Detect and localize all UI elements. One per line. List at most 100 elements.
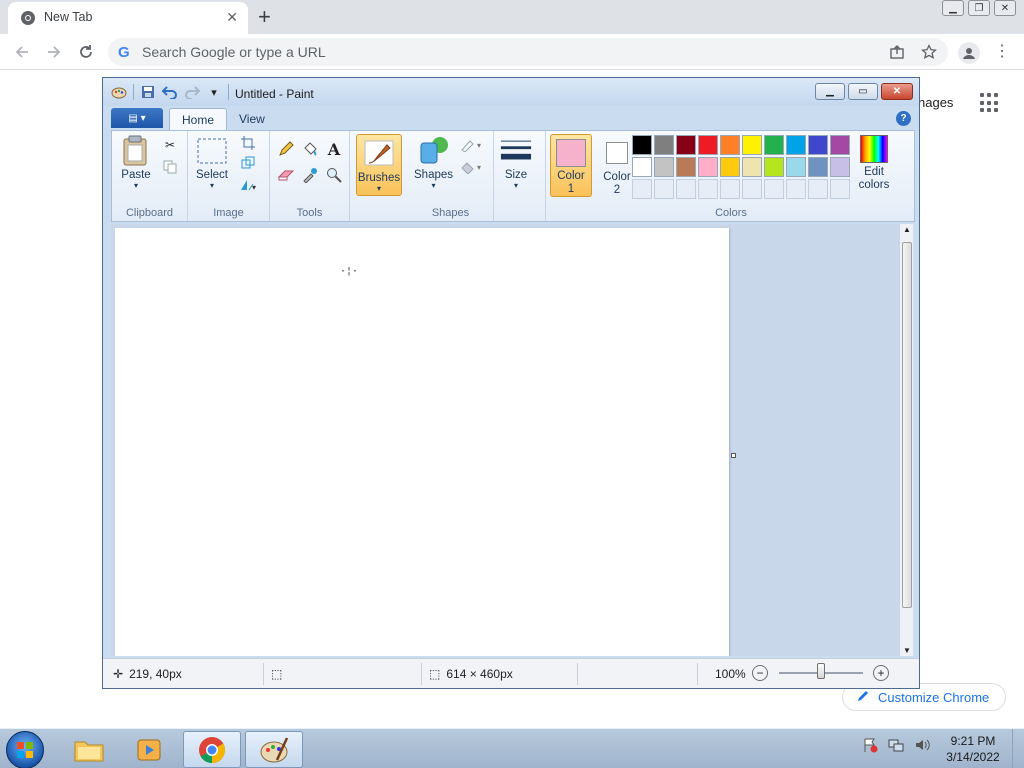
palette-swatch[interactable] xyxy=(830,157,850,177)
palette-swatch[interactable] xyxy=(808,135,828,155)
redo-icon[interactable] xyxy=(184,84,200,100)
paint-close-button[interactable]: ✕ xyxy=(881,83,913,100)
crop-icon[interactable] xyxy=(238,133,258,153)
color-picker-icon[interactable] xyxy=(300,165,320,185)
rotate-icon[interactable]: ▾ xyxy=(238,175,258,195)
taskbar-clock[interactable]: 9:21 PM 3/14/2022 xyxy=(940,733,1006,765)
save-icon[interactable] xyxy=(140,84,156,100)
tab-home[interactable]: Home xyxy=(169,108,228,130)
shapes-dropdown-icon[interactable]: ▾ xyxy=(432,181,436,190)
pencil-tool-icon[interactable] xyxy=(276,139,296,159)
canvas-resize-handle[interactable] xyxy=(731,453,736,458)
palette-custom-slot[interactable] xyxy=(720,179,740,199)
palette-swatch[interactable] xyxy=(654,157,674,177)
palette-custom-slot[interactable] xyxy=(830,179,850,199)
shapes-button[interactable]: Shapes ▾ xyxy=(414,135,453,190)
color1-button[interactable]: Color 1 xyxy=(550,134,592,197)
palette-swatch[interactable] xyxy=(698,135,718,155)
palette-swatch[interactable] xyxy=(654,135,674,155)
chrome-taskbar-icon[interactable] xyxy=(183,731,241,768)
palette-swatch[interactable] xyxy=(764,135,784,155)
palette-custom-slot[interactable] xyxy=(786,179,806,199)
palette-custom-slot[interactable] xyxy=(654,179,674,199)
volume-icon[interactable] xyxy=(914,737,930,753)
drawing-canvas[interactable]: ·¦· xyxy=(115,228,729,656)
google-apps-icon[interactable] xyxy=(980,93,1000,113)
scroll-up-icon[interactable]: ▲ xyxy=(903,225,911,234)
new-tab-button[interactable]: + xyxy=(258,4,271,30)
action-center-flag-icon[interactable] xyxy=(862,737,878,753)
select-button[interactable]: Select ▾ xyxy=(196,135,228,190)
paint-file-menu-button[interactable]: ▤ ▾ xyxy=(111,108,163,128)
palette-swatch[interactable] xyxy=(808,157,828,177)
palette-swatch[interactable] xyxy=(632,157,652,177)
fill-icon[interactable]: ▾ xyxy=(458,157,486,177)
palette-custom-slot[interactable] xyxy=(742,179,762,199)
restore-button[interactable]: ❐ xyxy=(968,0,990,16)
zoom-slider-thumb[interactable] xyxy=(817,663,825,679)
palette-swatch[interactable] xyxy=(698,157,718,177)
tab-new-tab[interactable]: New Tab ✕ xyxy=(8,2,248,34)
palette-custom-slot[interactable] xyxy=(632,179,652,199)
fill-bucket-icon[interactable] xyxy=(300,139,320,159)
palette-swatch[interactable] xyxy=(676,135,696,155)
undo-icon[interactable] xyxy=(162,84,178,100)
minimize-button[interactable]: ▁ xyxy=(942,0,964,16)
select-dropdown-icon[interactable]: ▾ xyxy=(210,181,214,190)
text-tool-icon[interactable]: A xyxy=(324,139,344,159)
paint-maximize-button[interactable]: ▭ xyxy=(848,83,878,100)
omnibox-input[interactable]: Search Google or type a URL xyxy=(142,44,326,60)
media-player-taskbar-icon[interactable] xyxy=(120,731,178,768)
scroll-down-icon[interactable]: ▼ xyxy=(903,646,911,655)
network-icon[interactable] xyxy=(888,737,904,753)
magnifier-icon[interactable] xyxy=(324,165,344,185)
vertical-scrollbar[interactable]: ▲ ▼ xyxy=(899,224,913,656)
outline-icon[interactable]: ▾ xyxy=(458,135,486,155)
chrome-menu-icon[interactable]: ⋮ xyxy=(994,42,1010,62)
palette-swatch[interactable] xyxy=(786,157,806,177)
eraser-icon[interactable] xyxy=(276,165,296,185)
palette-swatch[interactable] xyxy=(632,135,652,155)
ntp-images-link[interactable]: nages xyxy=(918,95,953,110)
help-icon[interactable]: ? xyxy=(896,111,911,126)
paste-button[interactable]: Paste ▾ xyxy=(120,135,152,190)
paint-minimize-button[interactable]: ▁ xyxy=(815,83,845,100)
tab-close-icon[interactable]: ✕ xyxy=(226,9,238,26)
palette-swatch[interactable] xyxy=(720,157,740,177)
file-explorer-taskbar-icon[interactable] xyxy=(60,731,118,768)
share-icon[interactable] xyxy=(888,43,906,61)
zoom-out-icon[interactable]: − xyxy=(752,665,768,681)
profile-avatar-icon[interactable] xyxy=(958,42,980,64)
tab-view[interactable]: View xyxy=(227,108,277,130)
palette-swatch[interactable] xyxy=(720,135,740,155)
forward-arrow-icon[interactable] xyxy=(42,40,66,64)
palette-custom-slot[interactable] xyxy=(676,179,696,199)
palette-swatch[interactable] xyxy=(676,157,696,177)
palette-swatch[interactable] xyxy=(764,157,784,177)
palette-swatch[interactable] xyxy=(742,157,762,177)
palette-custom-slot[interactable] xyxy=(698,179,718,199)
edit-colors-button[interactable]: Edit colors xyxy=(854,135,894,192)
palette-custom-slot[interactable] xyxy=(808,179,828,199)
palette-swatch[interactable] xyxy=(786,135,806,155)
copy-icon[interactable] xyxy=(160,157,180,177)
show-desktop-button[interactable] xyxy=(1012,729,1024,768)
paste-dropdown-icon[interactable]: ▾ xyxy=(134,181,138,190)
bookmark-star-icon[interactable] xyxy=(920,43,938,61)
palette-swatch[interactable] xyxy=(742,135,762,155)
scrollbar-thumb[interactable] xyxy=(902,242,912,608)
omnibox[interactable]: G Search Google or type a URL xyxy=(108,38,948,66)
brushes-button[interactable]: Brushes ▾ xyxy=(356,134,402,196)
size-button[interactable]: Size ▾ xyxy=(500,135,532,190)
zoom-in-icon[interactable]: + xyxy=(873,665,889,681)
start-button[interactable] xyxy=(6,731,44,768)
close-button[interactable]: ✕ xyxy=(994,0,1016,16)
palette-swatch[interactable] xyxy=(830,135,850,155)
paint-taskbar-icon[interactable] xyxy=(245,731,303,768)
palette-custom-slot[interactable] xyxy=(764,179,784,199)
cut-icon[interactable]: ✂ xyxy=(160,135,180,155)
reload-icon[interactable] xyxy=(74,40,98,64)
resize-icon[interactable] xyxy=(238,153,258,173)
customize-qat-icon[interactable]: ▾ xyxy=(206,84,222,100)
back-arrow-icon[interactable] xyxy=(10,40,34,64)
